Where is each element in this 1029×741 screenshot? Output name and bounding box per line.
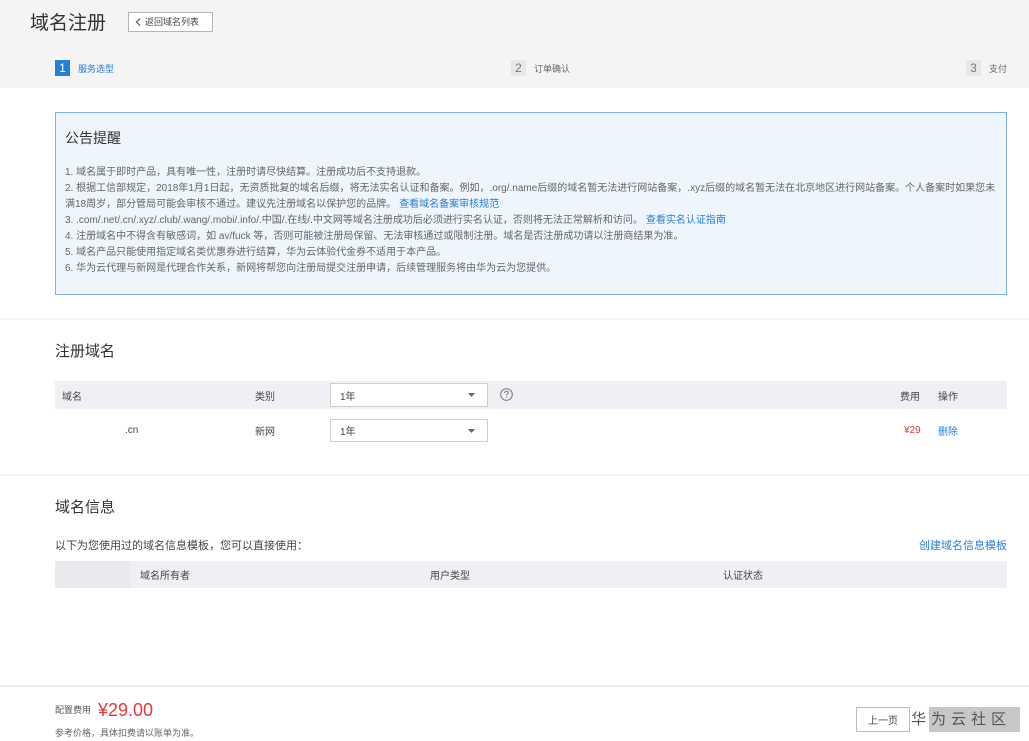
domain-info-panel: 域名信息 以下为您使用过的域名信息模板，您可以直接使用： 创建域名信息模板 域名… (0, 476, 1029, 685)
step-label: 服务选型 (78, 63, 115, 74)
chevron-down-icon (468, 428, 475, 433)
notice-line: 5. 域名产品只能使用指定域名类优惠券进行结算，华为云体验代金券不适用于本产品。 (65, 245, 997, 261)
step-number: 1 (55, 60, 70, 76)
domain-category: 新网 (255, 426, 275, 438)
step-order-confirm: 2 订单确认 (511, 60, 570, 76)
column-header-user-type: 用户类型 (430, 571, 470, 582)
info-section-title: 域名信息 (55, 499, 116, 516)
chevron-down-icon (468, 393, 475, 397)
step-number: 2 (511, 60, 526, 76)
notice-box: 公告提醒 1. 域名属于即时产品，具有唯一性，注册时请尽快结算。注册成功后不支持… (55, 112, 1007, 295)
delete-link[interactable]: 删除 (938, 418, 958, 442)
footer-bar: 配置费用 ¥29.00 参考价格，具体扣费请以账单为准。 上一页 华为云社区 (0, 686, 1029, 741)
notice-text: 3. .com/.net/.cn/.xyz/.club/.wang/.mobi/… (65, 215, 643, 226)
notice-line: 6. 华为云代理与新网是代理合作关系，新网将帮您向注册局提交注册申请，后续管理服… (65, 261, 997, 277)
template-hint: 以下为您使用过的域名信息模板，您可以直接使用： (55, 540, 308, 552)
step-service-selection: 1 服务选型 (55, 60, 114, 76)
back-button-label: 返回域名列表 (145, 17, 200, 27)
table-row: .cn 新网 1年 ¥29 删除 (55, 418, 1007, 442)
domain-name: .cn (125, 424, 139, 436)
domain-fee: ¥29 (904, 424, 921, 436)
fee-note: 参考价格，具体扣费请以账单为准。 (55, 728, 200, 738)
create-template-link[interactable]: 创建域名信息模板 (919, 539, 1007, 553)
notice-text: 2. 根据工信部规定，2018年1月1日起，无资质批复的域名后缀，将无法实名认证… (65, 183, 996, 210)
real-name-guide-link[interactable]: 查看实名认证指南 (646, 215, 726, 226)
notice-title: 公告提醒 (65, 130, 121, 146)
column-header-domain: 域名 (62, 391, 82, 403)
help-icon[interactable] (500, 388, 513, 401)
step-payment: 3 支付 (966, 60, 1007, 76)
register-domain-panel: 注册域名 域名 类别 1年 费用 操作 .cn 新网 1年 ¥29 删除 (0, 320, 1029, 474)
column-header-fee: 费用 (900, 391, 920, 403)
column-header-category: 类别 (255, 391, 275, 403)
register-section-title: 注册域名 (55, 343, 116, 360)
chevron-left-icon (135, 18, 141, 26)
notice-list: 1. 域名属于即时产品，具有唯一性，注册时请尽快结算。注册成功后不支持退款。 2… (65, 165, 997, 277)
notice-text: 6. 华为云代理与新网是代理合作关系，新网将帮您向注册局提交注册申请，后续管理服… (65, 263, 557, 274)
notice-text: 4. 注册域名中不得含有敏感词，如 av/fuck 等，否则可能被注册局保留、无… (65, 231, 684, 242)
column-header-action: 操作 (938, 391, 958, 403)
period-value: 1年 (340, 427, 356, 438)
notice-line: 3. .com/.net/.cn/.xyz/.club/.wang/.mobi/… (65, 213, 997, 229)
step-number: 3 (966, 60, 981, 76)
previous-page-button[interactable]: 上一页 (856, 707, 910, 732)
page-title: 域名注册 (30, 13, 107, 34)
column-header-status: 认证状态 (723, 571, 763, 582)
notice-text: 5. 域名产品只能使用指定域名类优惠券进行结算，华为云体验代金券不适用于本产品。 (65, 247, 447, 258)
step-label: 支付 (989, 63, 1008, 74)
batch-period-value: 1年 (340, 391, 356, 403)
batch-period-select[interactable]: 1年 (330, 383, 488, 407)
template-table-header: 域名所有者 用户类型 认证状态 (55, 561, 1007, 588)
config-fee-label: 配置费用 (55, 705, 92, 715)
period-select[interactable]: 1年 (330, 419, 488, 442)
notice-line: 2. 根据工信部规定，2018年1月1日起，无资质批复的域名后缀，将无法实名认证… (65, 181, 997, 213)
notice-line: 1. 域名属于即时产品，具有唯一性，注册时请尽快结算。注册成功后不支持退款。 (65, 165, 997, 181)
config-fee-value: ¥29.00 (98, 700, 154, 720)
step-label: 订单确认 (534, 63, 571, 74)
back-to-domain-list-button[interactable]: 返回域名列表 (128, 12, 213, 32)
notice-text: 1. 域名属于即时产品，具有唯一性，注册时请尽快结算。注册成功后不支持退款。 (65, 167, 427, 178)
register-table-header: 域名 类别 1年 费用 操作 (55, 381, 1007, 409)
column-header-owner: 域名所有者 (140, 571, 190, 582)
notice-line: 4. 注册域名中不得含有敏感词，如 av/fuck 等，否则可能被注册局保留、无… (65, 229, 997, 245)
notice-panel: 公告提醒 1. 域名属于即时产品，具有唯一性，注册时请尽快结算。注册成功后不支持… (0, 88, 1029, 318)
select-column-header (55, 561, 130, 588)
filing-rules-link[interactable]: 查看域名备案审核规范 (399, 199, 499, 210)
watermark: 华为云社区 (908, 707, 1020, 732)
